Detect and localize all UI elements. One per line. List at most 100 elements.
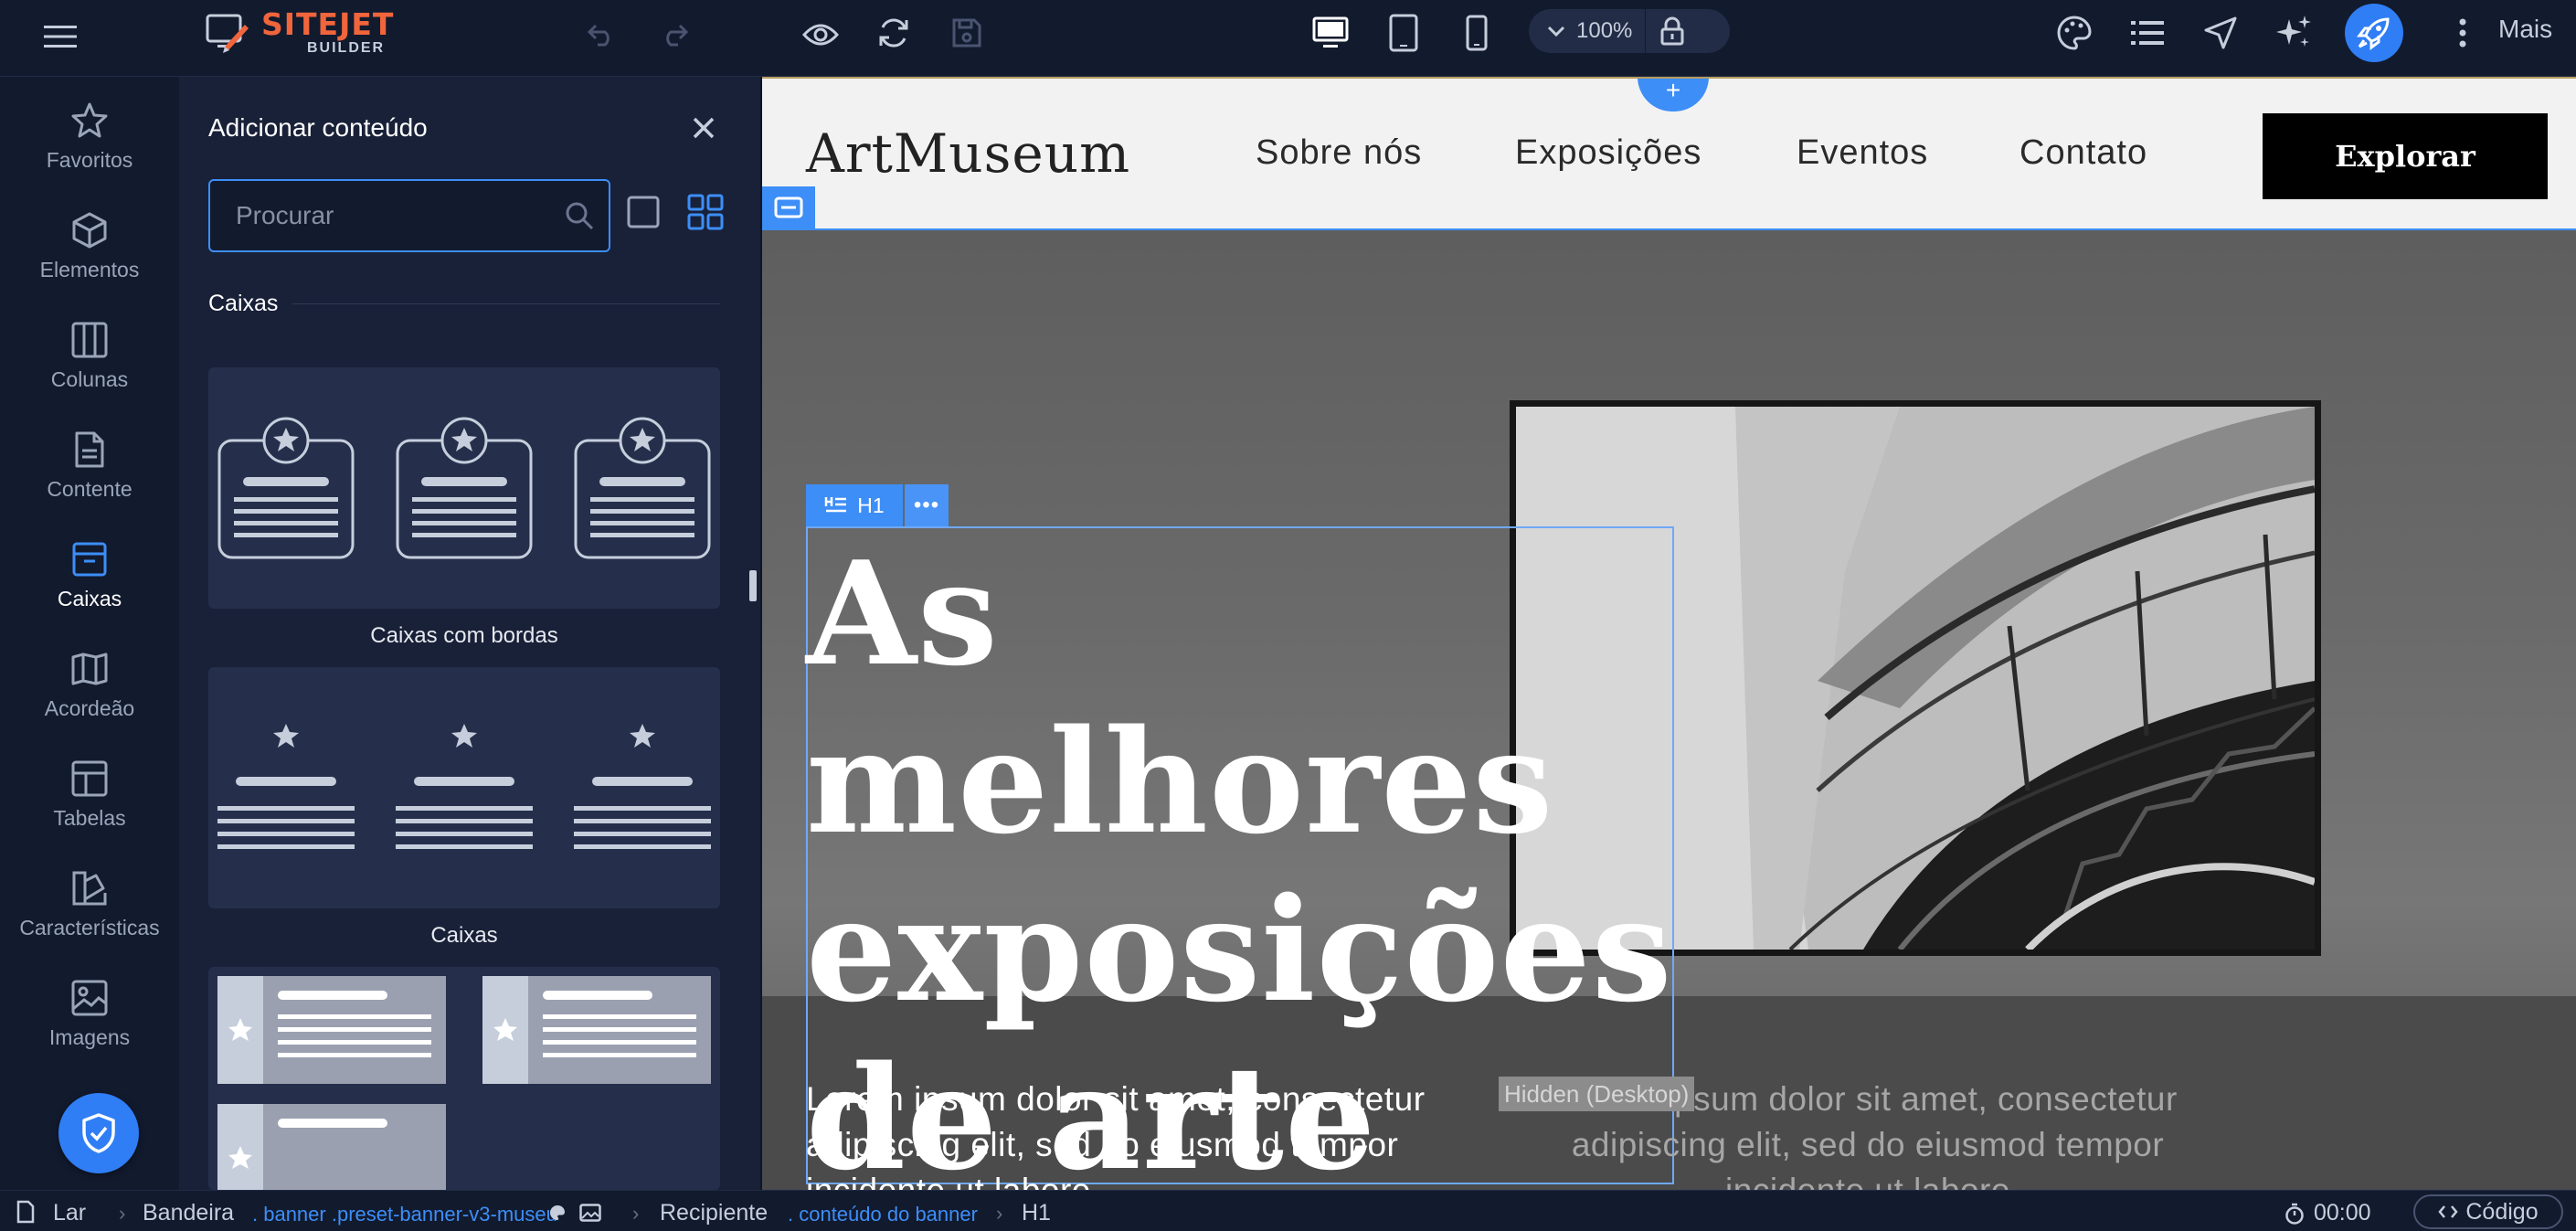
code-button-label: Código [2465, 1198, 2539, 1225]
element-more-icon[interactable]: ••• [905, 484, 949, 526]
widget-card-side-boxes[interactable] [208, 967, 720, 1190]
undo-icon[interactable] [581, 15, 621, 55]
rail-item-favoritos[interactable]: Favoritos [0, 88, 179, 197]
grid-view-icon[interactable] [687, 194, 724, 235]
session-timer: 00:00 [2284, 1200, 2371, 1226]
hero-heading-line: As [806, 530, 999, 697]
publish-rocket-button[interactable] [2345, 4, 2403, 62]
h1-tag[interactable]: H1 [806, 484, 903, 526]
page-canvas: ArtMuseum Sobre nós Exposições Eventos C… [762, 77, 2576, 1190]
side-boxes-preview [217, 976, 711, 1190]
breadcrumb-class-bandeira: . banner .preset-banner-v3-museu [252, 1203, 557, 1226]
logo-subtitle: BUILDER [307, 40, 386, 56]
table-icon [69, 759, 110, 799]
nav-link-eventos[interactable]: Eventos [1797, 133, 1928, 173]
palette-icon[interactable] [2054, 13, 2094, 53]
rail-item-imagens[interactable]: Imagens [0, 965, 179, 1075]
paragraph-line: incidente ut labore [806, 1168, 1500, 1190]
hero-heading-line: melhores [806, 698, 1554, 865]
paragraph-line: adipiscing elit, sed do eiusmod tempor [806, 1126, 1399, 1163]
breadcrumb-bar: Lar › Bandeira . banner .preset-banner-v… [0, 1190, 2576, 1231]
code-icon [2438, 1205, 2459, 1218]
star-icon [69, 101, 110, 141]
navigation-icon[interactable] [2200, 13, 2241, 53]
paragraph-line: Lorem ipsum dolor sit amet, consectetur [806, 1080, 1426, 1118]
code-button[interactable]: Código [2413, 1194, 2563, 1229]
rail-item-label: Caixas [57, 587, 122, 610]
rail-item-label: Elementos [39, 258, 140, 281]
breadcrumb-item-lar[interactable]: Lar [53, 1200, 86, 1226]
logo-title: SITEJET [261, 6, 395, 42]
image-small-icon[interactable] [579, 1204, 601, 1226]
breadcrumb-item-recipiente[interactable]: Recipiente [660, 1200, 768, 1226]
widget-category-rail: Favoritos Elementos Colunas Contente Cai… [0, 77, 179, 1190]
section-badge-icon[interactable] [762, 186, 815, 228]
rail-item-colunas[interactable]: Colunas [0, 307, 179, 417]
section-heading: Caixas [208, 291, 720, 317]
more-vertical-icon[interactable] [2449, 13, 2476, 53]
single-view-icon[interactable] [627, 196, 660, 233]
search-field[interactable] [208, 179, 610, 252]
rail-item-contente[interactable]: Contente [0, 417, 179, 526]
heading-icon [825, 497, 847, 513]
rail-item-acordeao[interactable]: Acordeão [0, 636, 179, 746]
sitejet-logo-icon [206, 14, 249, 53]
panel-resize-handle[interactable] [749, 570, 757, 601]
hero-paragraph[interactable]: Lorem ipsum dolor sit amet, consectetur … [806, 1077, 1500, 1190]
nav-link-contato[interactable]: Contato [2019, 133, 2147, 173]
nav-link-sobre[interactable]: Sobre nós [1256, 133, 1422, 173]
section-title: Caixas [208, 291, 279, 316]
nav-link-exposicoes[interactable]: Exposições [1515, 133, 1701, 173]
search-icon[interactable] [563, 199, 596, 237]
hero-banner[interactable]: H1 ••• As melhores exposições de arte Lo… [762, 230, 2576, 1190]
rocket-icon [2357, 17, 2390, 50]
tablet-icon[interactable] [1383, 11, 1424, 55]
redo-icon[interactable] [654, 15, 694, 55]
widget-card-boxes[interactable] [208, 667, 720, 908]
cube-icon [69, 210, 110, 250]
list-icon[interactable] [2127, 13, 2168, 53]
rail-item-label: Contente [47, 477, 133, 501]
rail-item-label: Favoritos [46, 148, 133, 172]
paragraph-line: incidente ut labore [1521, 1168, 2215, 1190]
sitejet-logo[interactable]: SITEJET BUILDER [205, 5, 394, 60]
h1-toolbar: H1 ••• [806, 484, 949, 526]
breadcrumb-item-bandeira[interactable]: Bandeira [143, 1200, 234, 1226]
document-icon [69, 430, 110, 470]
privacy-shield-button[interactable] [58, 1093, 139, 1173]
breadcrumb-item-h1[interactable]: H1 [1022, 1200, 1051, 1226]
accordion-icon [69, 649, 110, 689]
rail-item-caracteristicas[interactable]: Características [0, 855, 179, 965]
rail-item-elementos[interactable]: Elementos [0, 197, 179, 307]
desktop-icon[interactable] [1310, 13, 1351, 53]
section-divider [292, 303, 720, 304]
close-icon[interactable] [687, 111, 720, 144]
mobile-icon[interactable] [1457, 11, 1497, 55]
rail-item-tabelas[interactable]: Tabelas [0, 746, 179, 855]
paragraph-line: adipiscing elit, sed do eiusmod tempor [1571, 1126, 2165, 1163]
hero-heading-line: exposições [806, 866, 1673, 1034]
refresh-icon[interactable] [874, 13, 914, 53]
zoom-divider [1645, 9, 1647, 53]
lock-icon[interactable] [1660, 16, 1684, 46]
more-menu-label[interactable]: Mais [2498, 15, 2552, 44]
sparkles-icon[interactable] [2274, 11, 2314, 55]
breadcrumb-separator: › [119, 1202, 126, 1225]
features-icon [69, 868, 110, 908]
shield-check-icon [82, 1113, 115, 1153]
save-icon[interactable] [947, 13, 987, 53]
preview-eye-icon[interactable] [800, 15, 841, 55]
zoom-control[interactable]: 100% [1529, 9, 1730, 53]
hidden-desktop-badge: Hidden (Desktop) [1499, 1077, 1695, 1111]
explore-button[interactable]: Explorar [2263, 113, 2548, 199]
chevron-down-icon[interactable] [1547, 25, 1565, 37]
rail-item-label: Características [19, 916, 160, 939]
rail-item-caixas[interactable]: Caixas [0, 526, 179, 636]
site-logo[interactable]: ArtMuseum [806, 122, 1130, 185]
panel-title: Adicionar conteúdo [208, 113, 428, 142]
zoom-level: 100% [1576, 18, 1633, 43]
widget-card-bordered-boxes[interactable] [208, 367, 720, 609]
search-input[interactable] [210, 181, 557, 250]
menu-icon[interactable] [40, 16, 80, 57]
palette-small-icon[interactable] [548, 1204, 567, 1226]
